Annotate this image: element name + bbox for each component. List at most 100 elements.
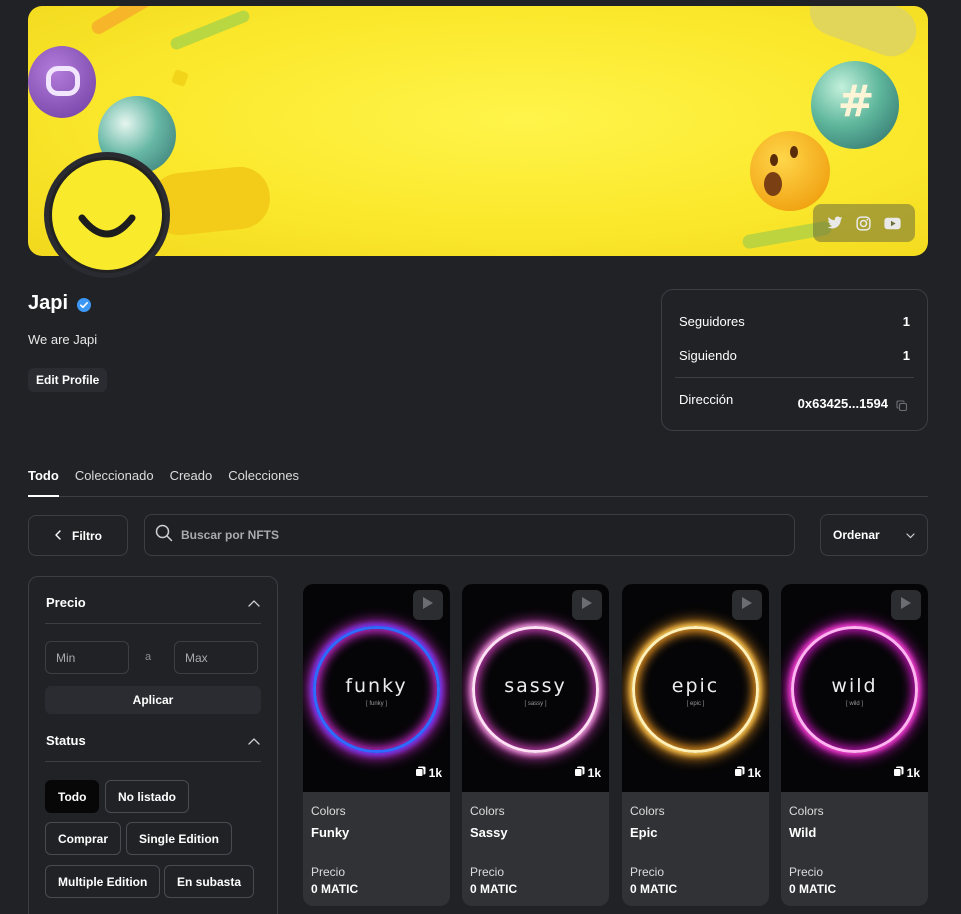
- artwork-subtitle: [ sassy ]: [524, 701, 547, 707]
- edition-count: 1k: [573, 766, 601, 780]
- tab-creado[interactable]: Creado: [170, 466, 213, 497]
- youtube-icon[interactable]: [884, 214, 902, 232]
- chevron-down-icon: [906, 528, 915, 542]
- play-icon: [900, 596, 912, 615]
- section-divider: [45, 761, 261, 762]
- edition-count-value: 1k: [587, 766, 601, 780]
- artwork-subtitle: [ epic ]: [686, 701, 705, 707]
- polygon-logo-decoration: [46, 66, 80, 96]
- emoji-eye: [770, 154, 778, 166]
- status-chip-en-subasta[interactable]: En subasta: [164, 865, 255, 898]
- edit-profile-button[interactable]: Edit Profile: [28, 368, 108, 392]
- play-icon: [422, 596, 434, 615]
- emoji-mouth: [764, 172, 782, 196]
- collection-name: Colors: [470, 804, 505, 818]
- following-count: 1: [902, 348, 910, 363]
- status-chip-todo[interactable]: Todo: [45, 780, 100, 813]
- sort-label: Ordenar: [833, 528, 880, 542]
- surprised-emoji-decoration: [750, 131, 830, 211]
- hashtag-icon: #: [837, 76, 875, 127]
- status-chip-single-edition[interactable]: Single Edition: [126, 822, 232, 855]
- banner-decoration: [802, 6, 924, 64]
- tab-todo[interactable]: Todo: [28, 466, 59, 497]
- status-chip-comprar[interactable]: Comprar: [45, 822, 122, 855]
- nft-name: Epic: [630, 825, 658, 840]
- edition-count-value: 1k: [428, 766, 442, 780]
- twitter-icon[interactable]: [826, 214, 844, 232]
- social-links: [813, 204, 915, 242]
- wallet-address: 0x63425...1594: [797, 395, 888, 411]
- copy-icon[interactable]: [896, 400, 910, 414]
- edition-count: 1k: [733, 766, 761, 780]
- sort-dropdown[interactable]: Ordenar: [820, 514, 928, 556]
- instagram-icon[interactable]: [855, 214, 873, 232]
- price-value: 0 MATIC: [789, 882, 837, 896]
- edition-count: 1k: [414, 766, 442, 780]
- profile-avatar[interactable]: [44, 152, 170, 278]
- edition-count: 1k: [892, 766, 920, 780]
- artwork-title: funky: [345, 675, 408, 697]
- copies-icon: [414, 766, 426, 780]
- nft-card-body: Colors Funky Precio 0 MATIC: [303, 792, 450, 906]
- play-button[interactable]: [891, 590, 921, 620]
- nft-name: Sassy: [470, 825, 508, 840]
- status-filter-header[interactable]: Status: [46, 733, 260, 748]
- price-value: 0 MATIC: [470, 882, 518, 896]
- chevron-up-icon: [248, 595, 260, 610]
- play-button[interactable]: [732, 590, 762, 620]
- smiley-logo: [49, 157, 165, 273]
- emoji-eye: [790, 146, 798, 158]
- status-chip-no-listado[interactable]: No listado: [105, 780, 190, 813]
- price-value: 0 MATIC: [311, 882, 359, 896]
- nft-card[interactable]: epic [ epic ] 1k Colors Epic Precio 0 MA…: [622, 584, 769, 906]
- artwork-title: sassy: [504, 675, 567, 697]
- min-price-input[interactable]: [45, 641, 129, 674]
- search-input[interactable]: [181, 528, 761, 542]
- nft-card[interactable]: funky [ funky ] 1k Colors Funky Precio 0…: [303, 584, 450, 906]
- artwork-subtitle: [ wild ]: [845, 701, 863, 707]
- nft-card-body: Colors Epic Precio 0 MATIC: [622, 792, 769, 906]
- edition-count-value: 1k: [906, 766, 920, 780]
- profile-stats-card: Seguidores 1 Siguiendo 1 Dirección 0x634…: [661, 289, 928, 431]
- filter-label: Filtro: [72, 528, 102, 543]
- profile-name: Japi: [28, 292, 92, 315]
- range-separator: a: [145, 651, 152, 663]
- filter-toggle-button[interactable]: Filtro: [28, 515, 128, 556]
- max-price-input[interactable]: [174, 641, 258, 674]
- search-icon: [155, 524, 173, 547]
- copies-icon: [733, 766, 745, 780]
- edition-count-value: 1k: [747, 766, 761, 780]
- artwork-subtitle: [ funky ]: [365, 701, 387, 707]
- copies-icon: [892, 766, 904, 780]
- nft-artwork: wild [ wild ] 1k: [781, 584, 928, 792]
- artwork-title: epic: [671, 675, 720, 697]
- address-row: Dirección 0x63425...1594: [679, 392, 910, 414]
- apply-price-button[interactable]: Aplicar: [45, 686, 261, 714]
- following-row[interactable]: Siguiendo 1: [679, 348, 910, 363]
- verified-badge-icon: [76, 296, 92, 312]
- price-label: Precio: [630, 865, 665, 879]
- price-label: Precio: [311, 865, 346, 879]
- tab-colecciones[interactable]: Colecciones: [228, 466, 299, 497]
- followers-row[interactable]: Seguidores 1: [679, 314, 910, 329]
- collection-name: Colors: [311, 804, 346, 818]
- price-filter-header[interactable]: Precio: [46, 595, 260, 610]
- nft-card[interactable]: wild [ wild ] 1k Colors Wild Precio 0 MA…: [781, 584, 928, 906]
- nft-card[interactable]: sassy [ sassy ] 1k Colors Sassy Precio 0…: [462, 584, 609, 906]
- play-button[interactable]: [413, 590, 443, 620]
- status-chip-multiple-edition[interactable]: Multiple Edition: [45, 865, 161, 898]
- banner-decoration: [171, 69, 189, 87]
- chevron-left-icon: [54, 529, 62, 543]
- banner-decoration: [168, 8, 252, 52]
- price-label: Precio: [789, 865, 824, 879]
- profile-tabs: Todo Coleccionado Creado Colecciones: [28, 466, 928, 497]
- nft-name: Wild: [789, 825, 817, 840]
- status-filter-title: Status: [46, 733, 86, 748]
- nft-search-bar: [144, 514, 795, 556]
- filter-sidebar: Precio a Aplicar Status Todo No listado …: [28, 576, 278, 914]
- copies-icon: [573, 766, 585, 780]
- nft-card-body: Colors Sassy Precio 0 MATIC: [462, 792, 609, 906]
- play-button[interactable]: [572, 590, 602, 620]
- play-icon: [581, 596, 593, 615]
- tab-coleccionado[interactable]: Coleccionado: [75, 466, 154, 497]
